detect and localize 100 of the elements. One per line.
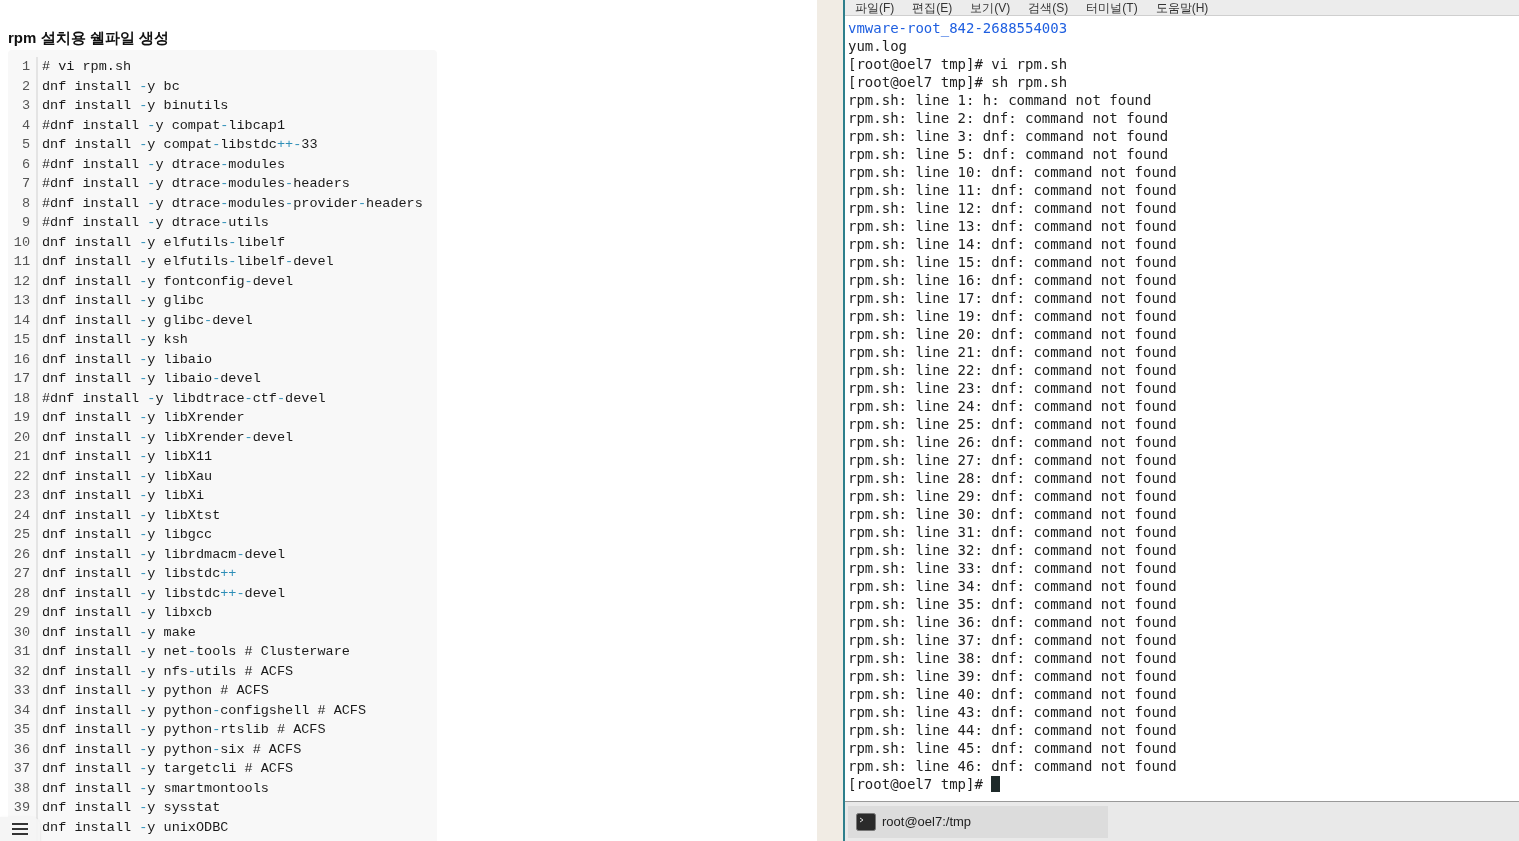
terminal-line: [root@oel7 tmp]# sh rpm.sh [848,73,1069,91]
code-line: dnf install -y glibc-devel [42,312,253,328]
code-line: dnf install -y libXrender [42,410,245,425]
code-line: dnf install -y libXi [42,488,205,503]
terminal-line: rpm.sh: line 3: dnf: command not found [848,127,1170,145]
code-line: dnf install -y nfs-utils # ACFS [42,663,294,679]
line-number: 12 [13,273,30,289]
code-line: #dnf install -y dtrace-modules-provider-headers [42,195,423,211]
code-line: dnf install -y bc [42,78,180,94]
terminal-line: rpm.sh: line 28: dnf: command not found [848,469,1178,487]
menu-item[interactable]: 보기(V) [970,0,1011,15]
terminal-line: rpm.sh: line 23: dnf: command not found [848,379,1178,397]
menu-item[interactable]: 편집(E) [912,0,953,15]
terminal-line: rpm.sh: line 5: dnf: command not found [848,145,1170,163]
line-number: 38 [13,780,30,796]
terminal-line: rpm.sh: line 36: dnf: command not found [848,613,1178,631]
terminal-line: rpm.sh: line 10: dnf: command not found [848,163,1178,181]
line-number: 20 [13,429,30,445]
line-number: 4 [21,117,30,133]
terminal-line: [root@oel7 tmp]# vi rpm.sh [848,55,1069,73]
terminal-line: rpm.sh: line 35: dnf: command not found [848,595,1178,613]
taskbar-window-button[interactable]: root@oel7:/tmp [848,805,1108,838]
terminal-line: rpm.sh: line 25: dnf: command not found [848,415,1178,433]
terminal-line: rpm.sh: line 29: dnf: command not found [848,487,1178,505]
code-line: dnf install -y libstdc++-devel [42,585,286,601]
code-line: dnf install -y python # ACFS [42,683,269,698]
terminal-line: rpm.sh: line 37: dnf: command not found [848,631,1178,649]
terminal-line: vmware-root_842-2688554003 [848,19,1069,37]
line-number: 10 [13,234,30,250]
terminal-prompt: [root@oel7 tmp]# [848,775,983,793]
terminal-line: rpm.sh: line 45: dnf: command not found [848,739,1178,757]
terminal-line: rpm.sh: line 16: dnf: command not found [848,271,1178,289]
line-number: 1 [21,59,30,74]
terminal-line: rpm.sh: line 30: dnf: command not found [848,505,1178,523]
terminal-line: rpm.sh: line 26: dnf: command not found [848,433,1178,451]
line-number: 35 [13,722,30,737]
line-number: 22 [13,468,30,484]
cursor-icon [990,776,1000,792]
line-number: 17 [13,371,30,386]
terminal-line: rpm.sh: line 2: dnf: command not found [848,109,1170,127]
code-line: #dnf install -y libdtrace-ctf-devel [42,390,326,406]
line-number: 11 [13,254,30,269]
code-line: dnf install -y net-tools # Clusterware [42,644,350,659]
line-number: 14 [13,312,30,328]
terminal-line: rpm.sh: line 31: dnf: command not found [848,523,1178,541]
line-number: 19 [13,410,30,425]
code-line: #dnf install -y dtrace-modules [42,156,286,172]
terminal-line: rpm.sh: line 38: dnf: command not found [848,649,1178,667]
code-line: dnf install -y python-configshell # ACFS [42,702,367,718]
line-number: 26 [13,546,30,562]
code-line: dnf install -y python-rtslib # ACFS [42,722,326,737]
line-number: 7 [21,176,30,191]
code-line: dnf install -y unixODBC [42,819,229,835]
code-line: dnf install -y targetcli # ACFS [42,761,294,776]
code-line: #dnf install -y dtrace-modules-headers [42,176,350,191]
code-line: dnf install -y libaio-devel [42,371,261,386]
line-number: 28 [13,585,30,601]
code-line: #dnf install -y compat-libcap1 [42,117,286,133]
code-line: dnf install -y compat-libstdc++-33 [42,137,318,152]
terminal-line: rpm.sh: line 15: dnf: command not found [848,253,1178,271]
line-number: 32 [13,663,30,679]
line-number: 3 [21,98,30,113]
line-number: 25 [13,527,30,542]
terminal-line: rpm.sh: line 46: dnf: command not found [848,757,1178,775]
terminal-line: rpm.sh: line 24: dnf: command not found [848,397,1178,415]
terminal-line: yum.log [848,37,908,55]
line-number: 29 [13,605,30,620]
code-line: dnf install -y ksh [42,332,188,347]
menu-item[interactable]: 파일(F) [855,0,895,15]
terminal-line: rpm.sh: line 12: dnf: command not found [848,199,1178,217]
line-number: 30 [13,624,30,640]
code-line: dnf install -y make [42,624,196,640]
terminal-line: rpm.sh: line 22: dnf: command not found [848,361,1178,379]
menu-button[interactable] [0,817,40,841]
code-line: dnf install -y glibc [42,293,205,308]
line-number: 21 [13,449,30,464]
menu-item[interactable]: 도움말(H) [1155,0,1209,15]
line-number: 2 [21,78,30,94]
line-number: 39 [13,800,30,815]
line-number: 9 [21,215,30,230]
code-line: dnf install -y libXau [42,468,213,484]
code-line: dnf install -y libX11 [42,449,213,464]
line-number: 31 [13,644,30,659]
terminal-line: rpm.sh: line 43: dnf: command not found [848,703,1178,721]
line-number: 6 [21,156,30,172]
code-line: dnf install -y libgcc [42,527,213,542]
terminal-line: rpm.sh: line 44: dnf: command not found [848,721,1178,739]
line-number: 24 [13,507,30,523]
code-line: #dnf install -y dtrace-utils [42,215,269,230]
menu-item[interactable]: 터미널(T) [1086,0,1138,15]
code-line: dnf install -y libxcb [42,605,213,620]
terminal-line: rpm.sh: line 1: h: command not found [848,91,1153,109]
terminal-line: rpm.sh: line 14: dnf: command not found [848,235,1178,253]
terminal-line: rpm.sh: line 13: dnf: command not found [848,217,1178,235]
terminal-line: rpm.sh: line 20: dnf: command not found [848,325,1178,343]
code-line: dnf install -y fontconfig-devel [42,273,294,289]
menu-item[interactable]: 검색(S) [1028,0,1069,15]
code-line: dnf install -y python-six # ACFS [42,741,302,757]
terminal-line: rpm.sh: line 17: dnf: command not found [848,289,1178,307]
code-line: dnf install -y sysstat [42,800,221,815]
